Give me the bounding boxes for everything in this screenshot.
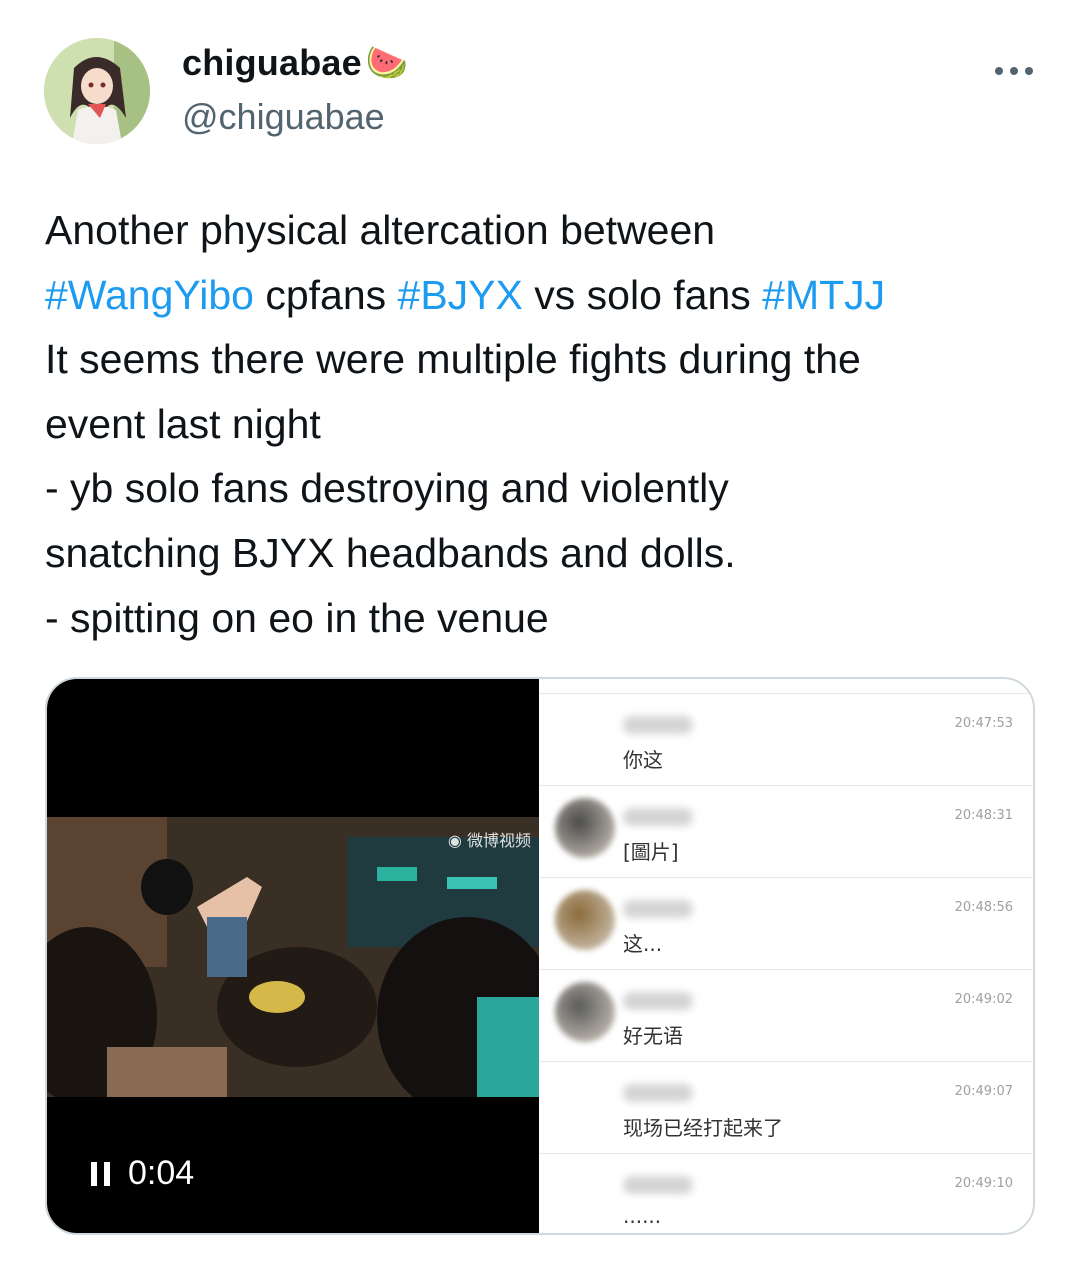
watermark-text: 微博视频 [466, 831, 531, 850]
weibo-logo-icon: ◉ [447, 831, 462, 850]
tweet-line: snatching BJYX headbands and dolls. [45, 521, 1035, 586]
chat-username-blurred [623, 1084, 693, 1102]
video-player[interactable]: ◉ 微博视频 0:04 [47, 679, 539, 1233]
chat-screenshot: 20:47:53 你这 20:48:31 [圖片] 20:48:56 这... 20:49:… [539, 679, 1033, 1233]
chat-message-text: [圖片] [623, 840, 679, 864]
video-controls[interactable]: 0:04 [91, 1154, 194, 1193]
chat-timestamp: 20:47:53 [954, 716, 1013, 731]
tweet-text-segment: snatching BJYX headbands and dolls. [45, 529, 736, 576]
display-name[interactable]: chiguabae 🍉 [182, 42, 408, 84]
tweet-text-segment: vs solo fans [522, 271, 763, 318]
chat-timestamp: 20:48:56 [954, 900, 1013, 915]
user-handle[interactable]: @chiguabae [182, 96, 385, 138]
tweet-text-segment: - spitting on eo in the venue [45, 594, 549, 641]
chat-message-text: 好无语 [623, 1024, 683, 1048]
chat-message-row: 20:48:31 [圖片] [539, 785, 1033, 877]
chat-message-row: 20:49:10...... [539, 1153, 1033, 1233]
hashtag-link[interactable]: #MTJJ [762, 272, 885, 318]
video-frame: ◉ 微博视频 [47, 817, 539, 1097]
tweet-text: Another physical altercation between #Wan… [45, 198, 1035, 650]
chat-username-blurred [623, 808, 693, 826]
chat-message-text: ...... [623, 1204, 662, 1228]
avatar-illustration [44, 38, 150, 144]
tweet-text-segment: Another physical altercation between [45, 207, 716, 253]
tweet-line: - spitting on eo in the venue [45, 586, 1035, 651]
tweet-text-segment: It seems there were multiple fights duri… [45, 336, 861, 383]
chat-username-blurred [623, 992, 693, 1010]
pause-icon[interactable] [91, 1161, 110, 1186]
chat-timestamp: 20:49:10 [954, 1176, 1013, 1191]
chat-timestamp: 20:48:31 [954, 808, 1013, 823]
tweet-line: Another physical altercation between [45, 198, 1035, 263]
tweet-text-segment: - yb solo fans destroying and violently [45, 465, 729, 512]
chat-avatar-blurred [555, 798, 615, 858]
tweet-line: event last night [45, 392, 1035, 457]
chat-message-text: 这... [623, 932, 663, 956]
tweet-line: It seems there were multiple fights duri… [45, 327, 1035, 392]
chat-avatar-blurred [555, 890, 615, 950]
media-container[interactable]: ◉ 微博视频 0:04 20:47:53 你这 20:48:31 [圖片] 20:48:… [45, 677, 1035, 1235]
more-horizontal-icon[interactable] [994, 46, 1034, 85]
chat-timestamp: 20:49:07 [954, 1084, 1013, 1099]
chat-username-blurred [623, 900, 693, 918]
video-watermark: ◉ 微博视频 [448, 827, 531, 851]
more-dots-icon [995, 67, 1033, 75]
video-time: 0:04 [128, 1154, 195, 1192]
chat-message-row: 20:47:53 你这 [539, 693, 1033, 785]
chat-message-text: 你这 [623, 748, 663, 772]
tweet-line: - yb solo fans destroying and violently [45, 456, 1035, 521]
chat-timestamp: 20:49:02 [954, 992, 1013, 1007]
hashtag-link[interactable]: #WangYibo [45, 272, 254, 318]
chat-message-row: 20:49:02 好无语 [539, 969, 1033, 1061]
display-name-text: chiguabae [182, 42, 362, 83]
tweet-text-segment: event last night [45, 400, 321, 447]
chat-message-row: 20:48:56 这... [539, 877, 1033, 969]
watermelon-emoji-icon: 🍉 [365, 44, 409, 82]
tweet-line: #WangYibo cpfans #BJYX vs solo fans #MTJ… [45, 263, 1035, 328]
tweet-text-segment: cpfans [253, 271, 398, 318]
avatar[interactable] [44, 38, 150, 144]
chat-message-text: 现场已经打起来了 [623, 1116, 783, 1140]
chat-username-blurred [623, 1176, 693, 1194]
chat-username-blurred [623, 716, 693, 734]
chat-avatar-blurred [555, 982, 615, 1042]
chat-message-row: 20:49:07 现场已经打起来了 [539, 1061, 1033, 1153]
hashtag-link[interactable]: #BJYX [398, 272, 523, 318]
video-scene [47, 817, 539, 1097]
